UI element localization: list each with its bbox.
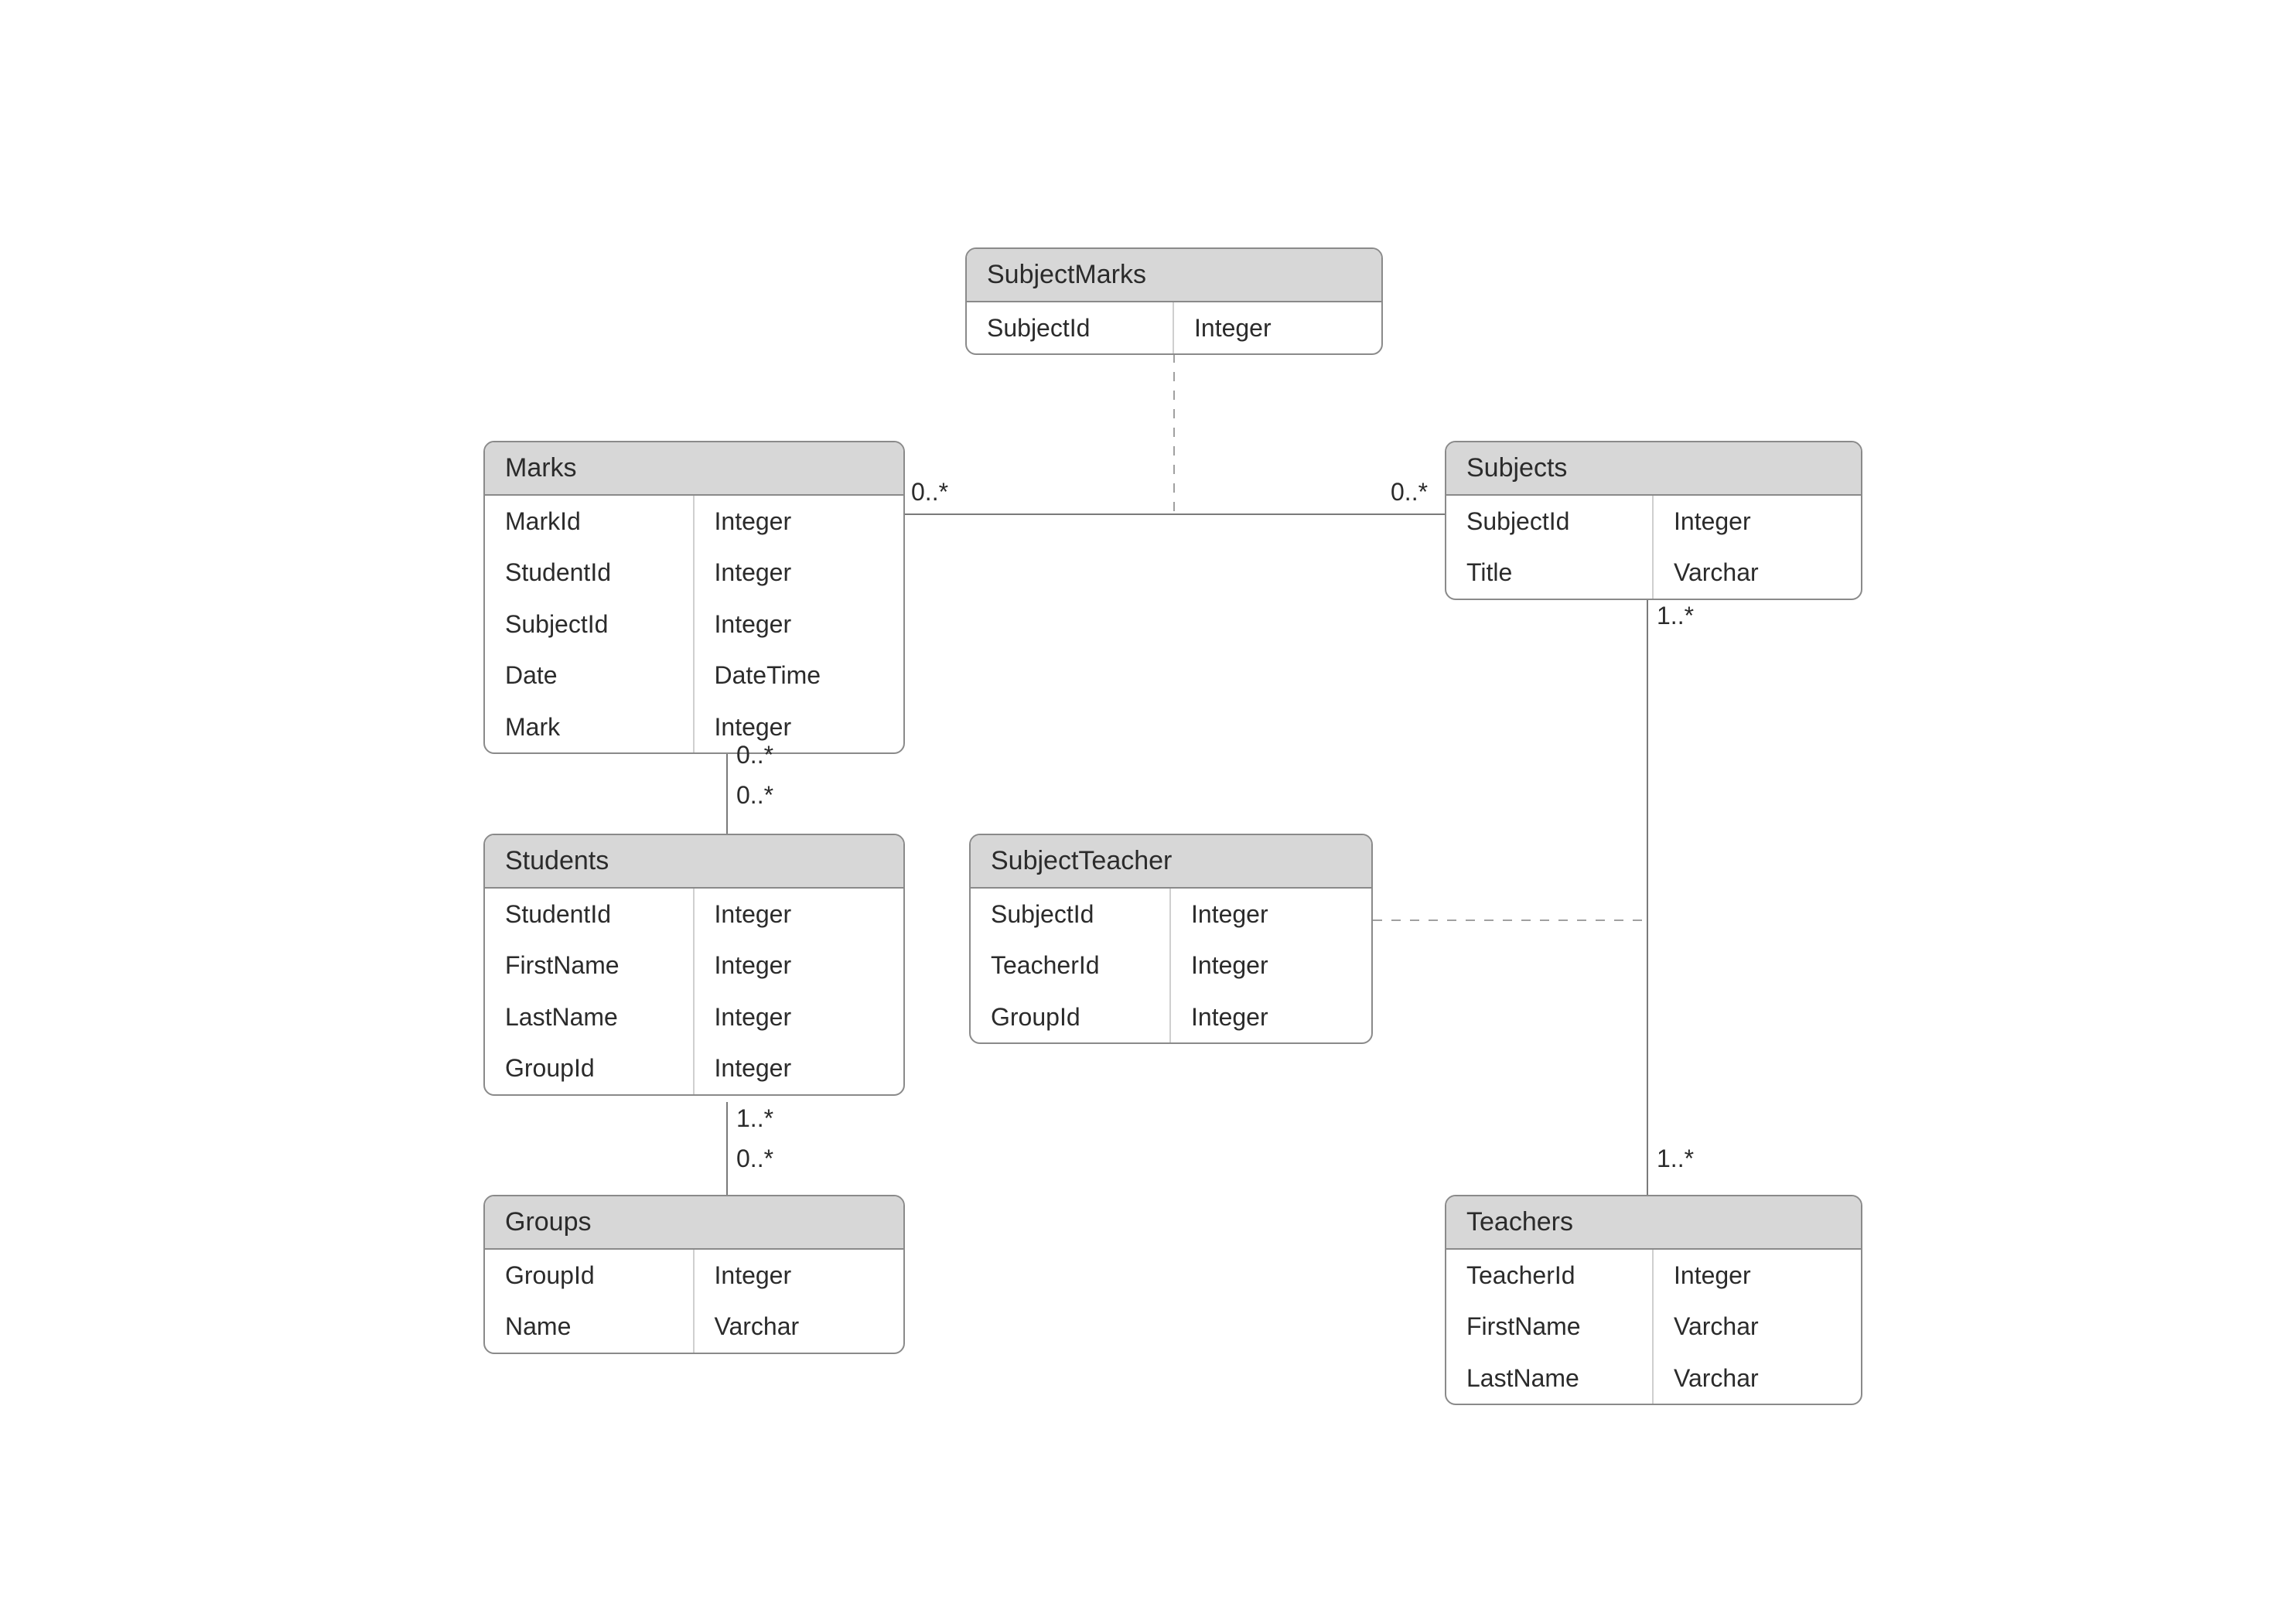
attr-name: SubjectId — [1446, 496, 1654, 547]
attr-name: Name — [485, 1301, 695, 1352]
attr-name: FirstName — [485, 940, 695, 991]
attr-name: StudentId — [485, 889, 695, 940]
attr-type: Integer — [1171, 940, 1371, 991]
entity-header: SubjectMarks — [967, 249, 1381, 302]
attr-name: GroupId — [971, 991, 1171, 1042]
entity-header: Students — [485, 835, 903, 889]
attr-name: MarkId — [485, 496, 695, 547]
attr-type: Integer — [695, 991, 904, 1042]
entity-body: GroupId Integer Name Varchar — [485, 1250, 903, 1353]
attr-type: Integer — [1174, 302, 1381, 353]
multiplicity-students-groups-top: 1..* — [736, 1104, 773, 1133]
attr-type: Integer — [695, 1250, 904, 1301]
attr-name: TeacherId — [971, 940, 1171, 991]
entity-marks: Marks MarkId Integer StudentId Integer S… — [483, 441, 905, 754]
connection-lines — [0, 0, 2294, 1624]
entity-body: SubjectId Integer — [967, 302, 1381, 353]
entity-subjectteacher: SubjectTeacher SubjectId Integer Teacher… — [969, 834, 1373, 1044]
multiplicity-marks-subjects-left: 0..* — [911, 478, 948, 507]
multiplicity-subjects-teachers-top: 1..* — [1657, 602, 1694, 630]
attr-type: Integer — [1654, 1250, 1861, 1301]
entity-body: MarkId Integer StudentId Integer Subject… — [485, 496, 903, 752]
attr-name: SubjectId — [967, 302, 1174, 353]
attr-type: Varchar — [1654, 547, 1861, 598]
attr-name: SubjectId — [971, 889, 1171, 940]
attr-name: GroupId — [485, 1250, 695, 1301]
multiplicity-marks-students-bottom: 0..* — [736, 781, 773, 810]
attr-name: Date — [485, 650, 695, 701]
attr-name: StudentId — [485, 547, 695, 598]
attr-name: LastName — [485, 991, 695, 1042]
entity-body: StudentId Integer FirstName Integer Last… — [485, 889, 903, 1094]
attr-name: GroupId — [485, 1042, 695, 1093]
entity-header: Marks — [485, 442, 903, 496]
entity-teachers: Teachers TeacherId Integer FirstName Var… — [1445, 1195, 1862, 1405]
entity-body: SubjectId Integer Title Varchar — [1446, 496, 1861, 599]
attr-type: Integer — [1171, 991, 1371, 1042]
attr-type: Integer — [695, 547, 904, 598]
attr-type: Integer — [695, 940, 904, 991]
attr-type: Varchar — [695, 1301, 904, 1352]
attr-type: Integer — [1654, 496, 1861, 547]
multiplicity-students-groups-bottom: 0..* — [736, 1145, 773, 1173]
attr-type: Varchar — [1654, 1353, 1861, 1404]
entity-subjects: Subjects SubjectId Integer Title Varchar — [1445, 441, 1862, 600]
attr-name: Mark — [485, 701, 695, 752]
entity-header: Teachers — [1446, 1196, 1861, 1250]
er-diagram-canvas: SubjectMarks SubjectId Integer Marks Mar… — [0, 0, 2294, 1624]
entity-groups: Groups GroupId Integer Name Varchar — [483, 1195, 905, 1354]
attr-name: TeacherId — [1446, 1250, 1654, 1301]
multiplicity-marks-students-top: 0..* — [736, 741, 773, 769]
entity-header: Groups — [485, 1196, 903, 1250]
entity-body: TeacherId Integer FirstName Varchar Last… — [1446, 1250, 1861, 1404]
attr-type: Integer — [695, 1042, 904, 1093]
attr-type: Integer — [695, 889, 904, 940]
entity-students: Students StudentId Integer FirstName Int… — [483, 834, 905, 1096]
attr-name: FirstName — [1446, 1301, 1654, 1352]
attr-name: LastName — [1446, 1353, 1654, 1404]
attr-type: Integer — [1171, 889, 1371, 940]
multiplicity-marks-subjects-right: 0..* — [1391, 478, 1428, 507]
entity-header: Subjects — [1446, 442, 1861, 496]
attr-type: DateTime — [695, 650, 904, 701]
multiplicity-subjects-teachers-bottom: 1..* — [1657, 1145, 1694, 1173]
attr-type: Integer — [695, 599, 904, 650]
entity-body: SubjectId Integer TeacherId Integer Grou… — [971, 889, 1371, 1042]
attr-name: SubjectId — [485, 599, 695, 650]
entity-subjectmarks: SubjectMarks SubjectId Integer — [965, 247, 1383, 355]
entity-header: SubjectTeacher — [971, 835, 1371, 889]
attr-name: Title — [1446, 547, 1654, 598]
attr-type: Integer — [695, 701, 904, 752]
attr-type: Integer — [695, 496, 904, 547]
attr-type: Varchar — [1654, 1301, 1861, 1352]
